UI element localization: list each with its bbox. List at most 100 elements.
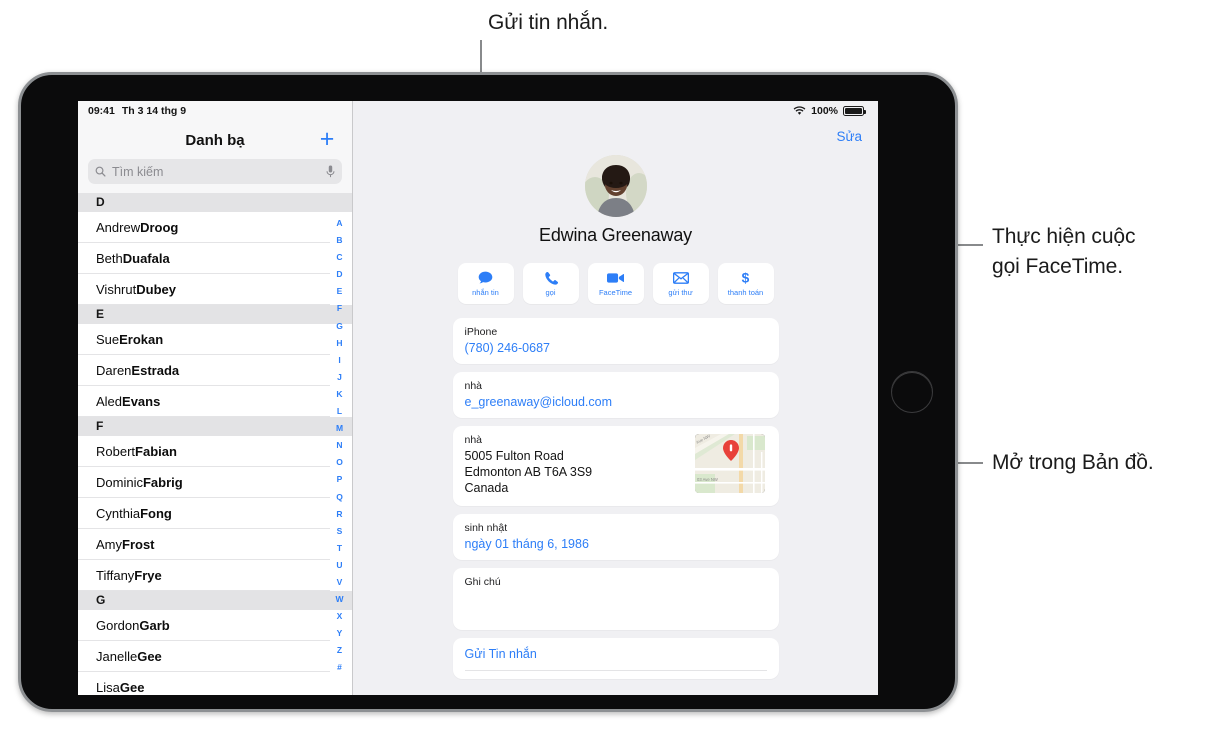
index-letter[interactable]: Z [337,642,342,659]
action-button-facetime[interactable]: FaceTime [587,263,644,304]
contacts-navbar: Danh bạ + [78,121,352,159]
wifi-icon [793,106,806,115]
index-letter[interactable]: M [336,420,343,437]
index-letter[interactable]: U [336,557,342,574]
email-field[interactable]: nhà e_greenaway@icloud.com [452,372,779,418]
detail-status-bar: 100% [353,101,878,121]
action-button-label: gọi [545,288,556,297]
contact-first-name: Dominic [96,474,143,490]
index-letter[interactable]: H [336,335,342,352]
action-button-label: gửi thư [668,288,693,297]
contact-first-name: Vishrut [96,281,137,297]
action-button-gửi-thư[interactable]: gửi thư [652,263,709,304]
birthday-field[interactable]: sinh nhật ngày 01 tháng 6, 1986 [452,514,779,560]
detail-body: Edwina Greenaway nhắn tin gọi FaceTime gửi … [353,151,878,695]
search-container: Tìm kiếm [78,159,352,193]
index-letter[interactable]: K [336,386,342,403]
contact-first-name: Gordon [96,617,140,633]
status-time: 09:41 [88,105,115,117]
divider [464,670,767,671]
contact-first-name: Robert [96,443,136,459]
search-placeholder: Tìm kiếm [112,164,164,179]
action-button-gọi[interactable]: gọi [522,263,579,304]
notes-field[interactable]: Ghi chú [452,568,779,630]
contact-row[interactable]: Daren Estrada [78,355,330,386]
contact-last-name: Duafala [122,250,170,266]
index-letter[interactable]: I [338,352,340,369]
index-letter[interactable]: Y [337,625,343,642]
phone-value[interactable]: (780) 246-0687 [465,340,767,356]
send-message-field[interactable]: Gửi Tin nhắn [452,638,779,679]
phone-icon [544,270,558,285]
microphone-icon[interactable] [326,165,335,178]
contact-last-name: Gee [119,679,145,695]
phone-field[interactable]: iPhone (780) 246-0687 [452,318,779,364]
contact-row[interactable]: Cynthia Fong [78,498,330,529]
birthday-label: sinh nhật [464,522,508,534]
contact-row[interactable]: Gordon Garb [78,610,330,641]
edit-button[interactable]: Sửa [836,129,862,144]
contact-row[interactable]: Sue Erokan [78,324,330,355]
index-letter[interactable]: # [337,659,342,676]
message-bubble-icon [478,270,493,285]
contact-row[interactable]: Andrew Droog [78,212,330,243]
avatar[interactable] [584,155,647,217]
index-letter[interactable]: F [337,300,342,317]
index-letter[interactable]: D [336,266,342,283]
contact-row[interactable]: Lisa Gee [78,672,330,695]
contact-row[interactable]: Tiffany Frye [78,560,330,591]
index-letter[interactable]: A [336,215,342,232]
index-letter[interactable]: R [336,506,342,523]
email-value[interactable]: e_greenaway@icloud.com [465,394,767,410]
map-thumbnail[interactable]: Ave NW 03 Ave NW [694,434,765,493]
contact-first-name: Daren [96,362,132,378]
contact-row[interactable]: Janelle Gee [78,641,330,672]
index-letter[interactable]: W [335,591,343,608]
index-letter[interactable]: J [337,369,342,386]
action-button-nhắn-tin[interactable]: nhắn tin [457,263,514,304]
index-letter[interactable]: T [337,540,342,557]
email-label: nhà [464,380,483,392]
birthday-value[interactable]: ngày 01 tháng 6, 1986 [465,536,767,552]
contact-row[interactable]: Robert Fabian [78,436,330,467]
contact-list[interactable]: D Andrew Droog Beth Duafala Vishrut Dubey E S… [78,193,352,695]
contact-last-name: Dubey [136,281,176,297]
action-button-label: nhắn tin [472,288,499,297]
index-letter[interactable]: C [336,249,342,266]
index-letter[interactable]: S [337,523,343,540]
contact-row[interactable]: Dominic Fabrig [78,467,330,498]
index-letter[interactable]: O [336,454,343,471]
index-letter[interactable]: V [337,574,343,591]
alphabet-index[interactable]: A B C D E F G H I J K L M N O P Q R S T U V W X Y Z # [330,215,349,677]
contact-first-name: Aled [96,393,123,409]
contacts-pane: 09:41 Th 3 14 thg 9 Danh bạ + Tìm kiếm D… [78,101,353,695]
detail-navbar: Sửa [353,121,878,151]
index-letter[interactable]: X [337,608,343,625]
contact-row[interactable]: Vishrut Dubey [78,274,330,305]
index-letter[interactable]: G [336,318,343,335]
address-field[interactable]: nhà 5005 Fulton Road Edmonton AB T6A 3S9… [452,426,779,506]
search-input[interactable]: Tìm kiếm [88,159,342,184]
contact-name: Edwina Greenaway [539,225,692,245]
battery-percent: 100% [811,105,838,117]
contact-row[interactable]: Beth Duafala [78,243,330,274]
battery-full-icon [843,106,866,116]
contact-last-name: Fabian [135,443,177,459]
contact-last-name: Frye [134,567,162,583]
index-letter[interactable]: L [337,403,342,420]
index-letter[interactable]: B [336,232,342,249]
home-button[interactable] [891,371,933,413]
index-letter[interactable]: Q [336,489,343,506]
contact-row[interactable]: Aled Evans [78,386,330,417]
index-letter[interactable]: P [337,471,343,488]
index-letter[interactable]: E [337,283,343,300]
section-header: G [78,591,352,610]
contact-row[interactable]: Amy Frost [78,529,330,560]
action-button-thanh-toán[interactable]: $ thanh toán [717,263,774,304]
send-message-link[interactable]: Gửi Tin nhắn [465,647,767,661]
contact-first-name: Sue [96,331,120,347]
status-bar: 09:41 Th 3 14 thg 9 [78,101,352,121]
index-letter[interactable]: N [336,437,342,454]
plus-icon[interactable]: + [316,127,338,152]
contact-first-name: Beth [96,250,123,266]
